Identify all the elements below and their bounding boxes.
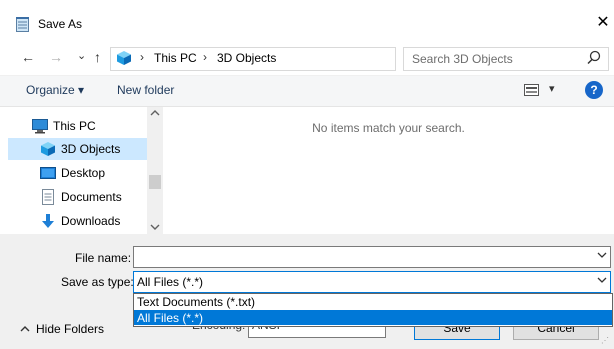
hide-folders-label: Hide Folders (36, 322, 105, 336)
3d-objects-icon (116, 50, 132, 69)
breadcrumb-this-pc[interactable]: This PC (154, 51, 197, 65)
new-folder-button[interactable]: New folder (117, 83, 174, 97)
tree-item-label: This PC (53, 119, 96, 133)
hide-folders-button[interactable]: Hide Folders (20, 322, 104, 336)
title-bar: Save As ✕ (0, 0, 614, 41)
dropdown-option-all-files[interactable]: All Files (*.*) (134, 310, 612, 325)
navigation-pane: This PC 3D Objects Desktop Documents Dow… (0, 107, 147, 234)
option-label: Text Documents (*.txt) (137, 295, 256, 309)
documents-icon (40, 189, 56, 205)
file-name-label: File name: (75, 251, 132, 265)
breadcrumb-separator: › (140, 50, 144, 64)
tree-item-label: 3D Objects (61, 142, 121, 156)
tree-item-desktop[interactable]: Desktop (8, 162, 147, 184)
downloads-icon (40, 213, 56, 229)
organize-button[interactable]: Organize ▾ (26, 83, 84, 97)
empty-folder-message: No items match your search. (312, 121, 465, 135)
window-title: Save As (38, 17, 83, 31)
tree-item-label: Downloads (61, 214, 121, 228)
navigation-bar: ← → ⌄ ↑ › This PC › 3D Objects ↻ Search … (0, 41, 614, 75)
address-bar[interactable]: › This PC › 3D Objects ↻ (110, 47, 500, 71)
tree-item-documents[interactable]: Documents (8, 186, 147, 208)
chevron-up-icon (20, 322, 30, 336)
up-folder-icon[interactable]: ↑ (94, 49, 101, 65)
back-arrow-icon[interactable]: ← (21, 49, 35, 65)
tree-item-label: Documents (61, 190, 122, 204)
forward-arrow-icon[interactable]: → (49, 49, 63, 65)
search-placeholder: Search 3D Objects (412, 52, 513, 66)
navigation-scrollbar[interactable] (147, 107, 163, 234)
tree-item-downloads[interactable]: Downloads (8, 210, 147, 232)
3d-objects-icon (40, 141, 56, 157)
save-as-type-label: Save as type: (61, 275, 134, 289)
desktop-icon (40, 165, 56, 181)
search-icon[interactable] (586, 50, 602, 66)
save-as-type-value: All Files (*.*) (137, 275, 204, 289)
dropdown-option-text-documents[interactable]: Text Documents (*.txt) (134, 294, 612, 309)
save-as-dialog: Save As ✕ ← → ⌄ ↑ › This PC › 3D Objects… (0, 0, 614, 349)
recent-locations-icon[interactable]: ⌄ (77, 48, 86, 64)
resize-grip-icon[interactable]: ⋰ (601, 336, 611, 346)
file-name-field[interactable] (133, 246, 611, 268)
breadcrumb-3d-objects[interactable]: 3D Objects (217, 51, 276, 65)
tree-item-label: Desktop (61, 166, 106, 180)
view-options-icon[interactable] (524, 83, 540, 100)
chevron-down-icon[interactable] (597, 275, 607, 288)
command-toolbar: Organize ▾ New folder ▾ ? (0, 76, 614, 107)
save-as-type-dropdown: Text Documents (*.txt) All Files (*.*) (133, 293, 613, 327)
tree-item-3d-objects[interactable]: 3D Objects (8, 138, 147, 160)
breadcrumb-separator: › (203, 50, 207, 64)
view-dropdown-icon[interactable]: ▾ (549, 82, 555, 95)
scroll-up-icon[interactable] (150, 109, 160, 120)
computer-icon (32, 118, 48, 134)
scroll-down-icon[interactable] (150, 223, 160, 234)
scrollbar-thumb[interactable] (149, 175, 161, 189)
search-box[interactable]: Search 3D Objects (403, 47, 609, 71)
help-icon[interactable]: ? (585, 81, 603, 99)
close-icon[interactable]: ✕ (593, 13, 613, 33)
save-as-type-select[interactable]: All Files (*.*) (133, 271, 611, 293)
notepad-icon (16, 17, 29, 32)
option-label: All Files (*.*) (137, 311, 204, 325)
main-area: This PC 3D Objects Desktop Documents Dow… (0, 107, 614, 234)
chevron-down-icon[interactable] (597, 250, 607, 263)
tree-item-this-pc[interactable]: This PC (8, 115, 147, 137)
